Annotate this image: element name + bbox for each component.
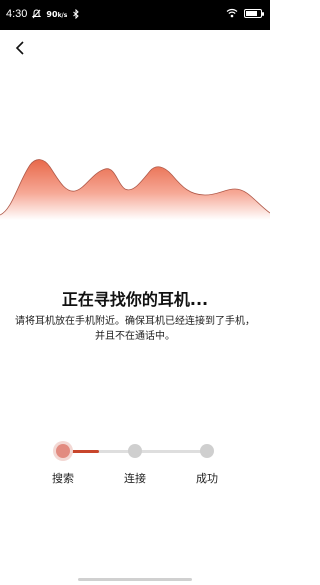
bluetooth-icon	[73, 9, 80, 19]
search-description: 请将耳机放在手机附近。确保耳机已经连接到了手机，并且不在通话中。	[15, 316, 255, 342]
status-time: 4:30	[6, 8, 28, 20]
status-bar: 4:30 90k/s	[0, 0, 270, 30]
step-dot-connect	[128, 444, 142, 458]
status-right	[226, 8, 264, 18]
home-indicator[interactable]	[78, 578, 192, 581]
pairing-stepper: 搜索 连接 成功	[0, 438, 270, 498]
status-left: 4:30 90k/s	[6, 8, 80, 20]
step-label-search: 搜索	[52, 472, 74, 485]
chevron-left-icon	[15, 41, 24, 55]
step-label-connect: 连接	[124, 472, 146, 485]
step-label-success: 成功	[196, 472, 218, 485]
muted-icon	[32, 9, 42, 19]
battery-icon	[244, 8, 264, 18]
sound-wave-illustration	[0, 159, 270, 220]
network-speed: 90k/s	[46, 9, 68, 19]
wifi-icon	[226, 8, 238, 18]
search-title: 正在寻找你的耳机...	[61, 290, 209, 309]
battery-level	[246, 10, 257, 16]
back-button[interactable]	[8, 36, 32, 60]
step-dot-search	[56, 444, 70, 458]
step-dot-success	[200, 444, 214, 458]
